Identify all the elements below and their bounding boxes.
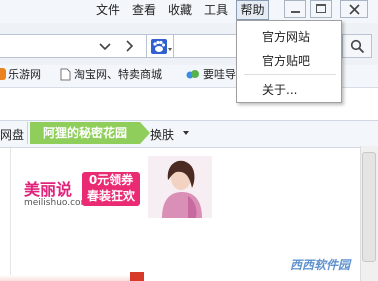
maximize-icon: [316, 4, 326, 13]
watermark: 西西软件园: [290, 258, 351, 272]
skin-button[interactable]: 换肤: [150, 126, 174, 143]
menu-view[interactable]: 查看: [132, 3, 156, 17]
tab-divider: [27, 122, 28, 144]
ad-brand-logo: 美丽说: [24, 180, 73, 199]
content-text-snippet: [0, 275, 130, 281]
menu-separator: [244, 74, 336, 75]
ad-promo-line1: 0元领券: [88, 173, 134, 187]
menu-about[interactable]: 关于...: [262, 83, 297, 97]
favorite-item-yaowa[interactable]: 要哇导: [203, 68, 236, 82]
content-border: [10, 146, 11, 281]
scrollbar-thumb[interactable]: [362, 152, 376, 262]
close-button[interactable]: [340, 0, 368, 18]
menu-official-site[interactable]: 官方网站: [262, 30, 310, 44]
skin-dropdown-icon[interactable]: [183, 131, 189, 135]
maximize-button[interactable]: [310, 0, 332, 18]
ad-domain: meilishuo.com: [24, 198, 90, 208]
search-icon: [350, 39, 365, 54]
game-icon: [0, 68, 6, 80]
cloud-icon: [186, 70, 199, 79]
search-engine-selector[interactable]: [146, 34, 174, 58]
favorite-item-leyou[interactable]: 乐游网: [8, 68, 41, 82]
baidu-paw-icon: [151, 39, 167, 54]
chevron-down-icon[interactable]: [96, 37, 114, 55]
menu-file[interactable]: 文件: [96, 3, 120, 17]
close-icon: [349, 4, 360, 15]
ad-promo-line2: 春装狂欢: [86, 189, 135, 203]
chevron-right-icon[interactable]: [120, 37, 138, 55]
menu-favorites[interactable]: 收藏: [168, 3, 192, 17]
favorite-item-taobao[interactable]: 淘宝网、特卖商城: [74, 68, 162, 82]
minimize-button[interactable]: [284, 0, 306, 18]
tab-wangpan[interactable]: 网盘: [0, 126, 24, 143]
ad-promo-box[interactable]: 0元领券 春装狂欢: [82, 172, 140, 206]
menu-help[interactable]: 帮助: [236, 0, 269, 20]
engine-dropdown-icon: [168, 48, 172, 51]
tab-ali-garden[interactable]: 阿狸的秘密花园: [30, 122, 150, 144]
hot-badge: [130, 272, 144, 281]
minimize-icon: [291, 11, 300, 13]
page-icon: [60, 68, 71, 81]
menu-tools[interactable]: 工具: [204, 3, 228, 17]
menu-official-forum[interactable]: 官方贴吧: [262, 54, 310, 68]
search-button[interactable]: [342, 34, 372, 58]
ad-model-photo: [148, 156, 212, 218]
